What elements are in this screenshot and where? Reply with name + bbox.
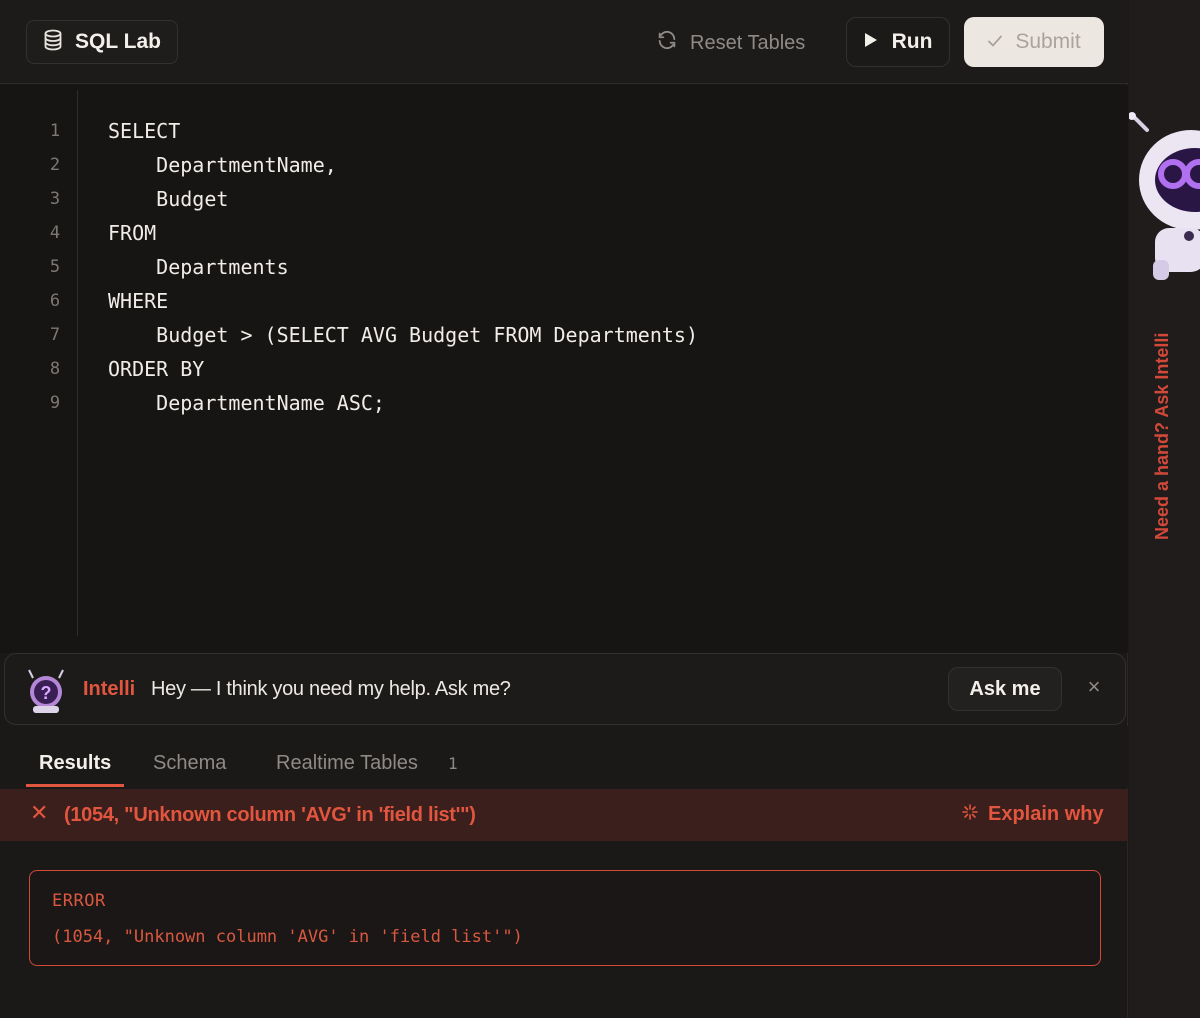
main-panel: SQL Lab Reset Tables Run Submit 1 SELECT… — [0, 0, 1128, 1018]
need-a-hand-label[interactable]: Need a hand? Ask Intelli — [1152, 300, 1173, 540]
gutter-divider — [77, 90, 78, 636]
sql-lab-tab[interactable]: SQL Lab — [26, 20, 178, 64]
check-icon — [987, 30, 1003, 54]
submit-button[interactable]: Submit — [964, 17, 1104, 67]
run-label: Run — [891, 30, 933, 53]
error-title: ERROR — [52, 891, 106, 911]
svg-text:?: ? — [41, 683, 52, 703]
line-number: 7 — [49, 325, 61, 345]
code-line: Budget > (SELECT AVG Budget FROM Departm… — [108, 323, 699, 347]
error-output: ERROR (1054, "Unknown column 'AVG' in 'f… — [29, 870, 1101, 966]
code-line: Budget — [108, 187, 229, 211]
refresh-icon — [656, 29, 678, 57]
line-number: 6 — [49, 291, 61, 311]
intelli-help-banner: ? Intelli Hey — I think you need my help… — [4, 653, 1126, 725]
robot-avatar-icon: ? — [23, 668, 69, 714]
active-tab-indicator — [26, 784, 124, 787]
line-number: 4 — [49, 223, 61, 243]
explain-why-button[interactable]: Explain why — [962, 803, 1104, 826]
results-tabs: Results Schema Realtime Tables 1 — [0, 726, 1128, 788]
line-number: 9 — [49, 393, 61, 413]
reset-tables-button[interactable]: Reset Tables — [656, 28, 805, 58]
line-number: 5 — [49, 257, 61, 277]
code-line: DepartmentName ASC; — [108, 391, 385, 415]
tab-realtime-tables[interactable]: Realtime Tables — [276, 752, 418, 775]
code-line: Departments — [108, 255, 289, 279]
close-icon[interactable]: × — [1083, 676, 1105, 698]
code-line: DepartmentName, — [108, 153, 337, 177]
line-number: 2 — [49, 155, 61, 175]
explain-why-label: Explain why — [988, 803, 1104, 825]
submit-label: Submit — [1015, 30, 1081, 53]
play-icon — [864, 30, 878, 54]
error-summary: (1054, "Unknown column 'AVG' in 'field l… — [64, 804, 476, 826]
code-line: ORDER BY — [108, 357, 205, 381]
tab-results[interactable]: Results — [39, 752, 111, 775]
error-banner: ✕ (1054, "Unknown column 'AVG' in 'field… — [0, 789, 1128, 841]
code-line: SELECT — [108, 119, 181, 143]
database-icon — [43, 29, 63, 56]
line-number: 8 — [49, 359, 61, 379]
error-x-icon: ✕ — [30, 800, 49, 825]
reset-tables-label: Reset Tables — [690, 31, 806, 54]
code-line: FROM — [108, 221, 157, 245]
intelli-name: Intelli — [83, 678, 136, 700]
code-line: WHERE — [108, 289, 169, 313]
toolbar: SQL Lab Reset Tables Run Submit — [0, 0, 1128, 84]
line-number: 1 — [49, 121, 61, 141]
line-number: 3 — [49, 189, 61, 209]
sparkle-icon — [962, 803, 978, 826]
ask-me-button[interactable]: Ask me — [948, 667, 1062, 711]
intelli-message: Hey — I think you need my help. Ask me? — [151, 678, 511, 700]
run-button[interactable]: Run — [846, 17, 950, 67]
sql-lab-label: SQL Lab — [75, 30, 161, 53]
error-message: (1054, "Unknown column 'AVG' in 'field l… — [52, 927, 523, 947]
tab-schema[interactable]: Schema — [153, 752, 226, 775]
realtime-tables-count: 1 — [448, 754, 458, 773]
robot-mascot-icon — [1129, 110, 1200, 280]
code-editor[interactable]: 1 SELECT 2 DepartmentName, 3 Budget 4 FR… — [0, 85, 1128, 653]
